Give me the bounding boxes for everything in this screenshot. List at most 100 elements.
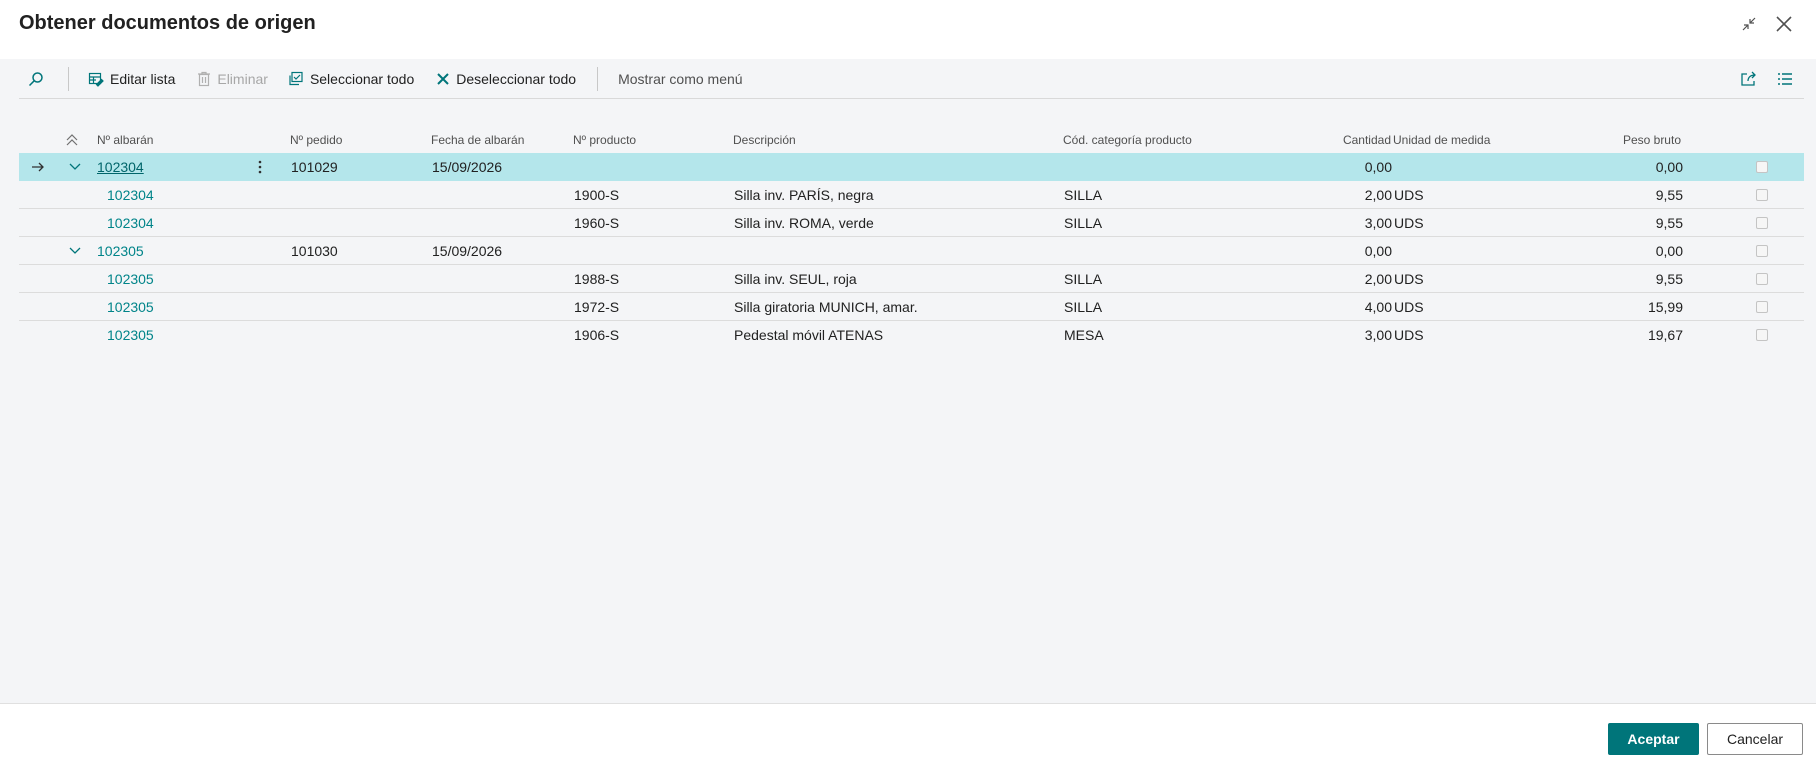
action-toolbar: Editar lista Eliminar Seleccionar todo D… — [19, 59, 1804, 99]
col-category[interactable]: Cód. categoría producto — [1063, 133, 1192, 147]
row-checkbox[interactable] — [1756, 217, 1768, 229]
table-row[interactable]: 102304 1960-S Silla inv. ROMA, verde SIL… — [19, 209, 1804, 237]
category[interactable]: SILLA — [1064, 187, 1102, 203]
dialog-footer: Aceptar Cancelar — [0, 703, 1816, 773]
quantity[interactable]: 3,00 — [1299, 327, 1392, 343]
uom[interactable]: UDS — [1394, 299, 1424, 315]
quantity[interactable]: 3,00 — [1299, 215, 1392, 231]
deselect-all-button[interactable]: Deseleccionar todo — [436, 59, 576, 99]
page-title: Obtener documentos de origen — [19, 12, 316, 34]
chevron-down-icon[interactable] — [69, 244, 81, 256]
table-row[interactable]: 102305 1988-S Silla inv. SEUL, roja SILL… — [19, 265, 1804, 293]
gross-weight[interactable]: 9,55 — [1599, 271, 1683, 287]
row-checkbox[interactable] — [1756, 189, 1768, 201]
item-no[interactable]: 1972-S — [574, 299, 619, 315]
description[interactable]: Silla inv. PARÍS, negra — [734, 187, 874, 203]
col-quantity[interactable]: Cantidad — [1299, 133, 1391, 147]
description[interactable]: Pedestal móvil ATENAS — [734, 327, 883, 343]
collapse-all-icon[interactable] — [66, 134, 78, 146]
show-as-menu-button[interactable]: Mostrar como menú — [618, 59, 742, 99]
table-row[interactable]: 102305 101030 15/09/2026 0,00 0,00 — [19, 237, 1804, 265]
category[interactable]: SILLA — [1064, 271, 1102, 287]
quantity[interactable]: 2,00 — [1299, 271, 1392, 287]
table-row[interactable]: 102305 1972-S Silla giratoria MUNICH, am… — [19, 293, 1804, 321]
uom[interactable]: UDS — [1394, 271, 1424, 287]
category[interactable]: MESA — [1064, 327, 1104, 343]
list-view-icon[interactable] — [1773, 67, 1797, 91]
cancel-button[interactable]: Cancelar — [1707, 723, 1803, 755]
shipment-no-link[interactable]: 102305 — [97, 243, 144, 259]
edit-list-button[interactable]: Editar lista — [88, 59, 175, 99]
gross-weight[interactable]: 0,00 — [1599, 243, 1683, 259]
uom[interactable]: UDS — [1394, 215, 1424, 231]
close-icon[interactable] — [1772, 12, 1796, 36]
select-all-label: Seleccionar todo — [309, 70, 415, 87]
select-all-button[interactable]: Seleccionar todo — [288, 59, 414, 99]
item-no[interactable]: 1960-S — [574, 215, 619, 231]
more-options-icon[interactable] — [258, 160, 262, 174]
content-area: Editar lista Eliminar Seleccionar todo D… — [0, 59, 1816, 703]
gross-weight[interactable]: 9,55 — [1599, 187, 1683, 203]
gross-weight[interactable]: 19,67 — [1599, 327, 1683, 343]
col-order-no[interactable]: Nº pedido — [290, 133, 342, 147]
delete-button: Eliminar — [197, 59, 268, 99]
order-no[interactable]: 101030 — [291, 243, 338, 259]
item-no[interactable]: 1906-S — [574, 327, 619, 343]
gross-weight[interactable]: 15,99 — [1599, 299, 1683, 315]
row-checkbox[interactable] — [1756, 301, 1768, 313]
shipment-no-link[interactable]: 102305 — [107, 299, 154, 315]
shipment-no-link[interactable]: 102305 — [107, 327, 154, 343]
select-all-icon — [289, 71, 303, 85]
category[interactable]: SILLA — [1064, 299, 1102, 315]
edit-list-label: Editar lista — [110, 70, 176, 87]
quantity[interactable]: 0,00 — [1299, 243, 1392, 259]
row-checkbox[interactable] — [1756, 329, 1768, 341]
uom[interactable]: UDS — [1394, 327, 1424, 343]
row-checkbox[interactable] — [1756, 161, 1768, 173]
shipment-date[interactable]: 15/09/2026 — [432, 159, 502, 175]
row-checkbox[interactable] — [1756, 245, 1768, 257]
quantity[interactable]: 2,00 — [1299, 187, 1392, 203]
deselect-all-label: Deseleccionar todo — [456, 70, 577, 87]
category[interactable]: SILLA — [1064, 215, 1102, 231]
shipment-date[interactable]: 15/09/2026 — [432, 243, 502, 259]
grid-header: Nº albarán Nº pedido Fecha de albarán Nº… — [19, 125, 1804, 153]
edit-list-icon — [88, 72, 104, 87]
table-row[interactable]: 102304 101029 15/09/2026 0,00 0,00 — [19, 153, 1804, 181]
search-icon — [28, 71, 43, 86]
col-gross-weight[interactable]: Peso bruto — [1599, 133, 1681, 147]
toolbar-divider — [597, 66, 599, 91]
trash-icon — [198, 71, 211, 86]
collapse-icon[interactable] — [1737, 12, 1761, 36]
col-shipment-no[interactable]: Nº albarán — [97, 133, 153, 147]
row-checkbox[interactable] — [1756, 273, 1768, 285]
uom[interactable]: UDS — [1394, 187, 1424, 203]
chevron-down-icon[interactable] — [69, 160, 81, 172]
col-uom[interactable]: Unidad de medida — [1393, 133, 1490, 147]
item-no[interactable]: 1900-S — [574, 187, 619, 203]
col-item-no[interactable]: Nº producto — [573, 133, 636, 147]
col-description[interactable]: Descripción — [733, 133, 796, 147]
shipment-no-link[interactable]: 102304 — [97, 159, 144, 175]
order-no[interactable]: 101029 — [291, 159, 338, 175]
table-row[interactable]: 102304 1900-S Silla inv. PARÍS, negra SI… — [19, 181, 1804, 209]
quantity[interactable]: 4,00 — [1299, 299, 1392, 315]
data-grid: Nº albarán Nº pedido Fecha de albarán Nº… — [19, 125, 1804, 349]
share-icon[interactable] — [1737, 67, 1761, 91]
description[interactable]: Silla giratoria MUNICH, amar. — [734, 299, 918, 315]
ok-button[interactable]: Aceptar — [1608, 723, 1699, 755]
gross-weight[interactable]: 0,00 — [1599, 159, 1683, 175]
shipment-no-link[interactable]: 102304 — [107, 215, 154, 231]
search-button[interactable] — [28, 59, 56, 99]
description[interactable]: Silla inv. ROMA, verde — [734, 215, 874, 231]
shipment-no-link[interactable]: 102305 — [107, 271, 154, 287]
gross-weight[interactable]: 9,55 — [1599, 215, 1683, 231]
x-icon — [437, 72, 449, 85]
description[interactable]: Silla inv. SEUL, roja — [734, 271, 857, 287]
arrow-right-icon — [32, 162, 44, 172]
table-row[interactable]: 102305 1906-S Pedestal móvil ATENAS MESA… — [19, 321, 1804, 349]
shipment-no-link[interactable]: 102304 — [107, 187, 154, 203]
col-shipment-date[interactable]: Fecha de albarán — [431, 133, 524, 147]
item-no[interactable]: 1988-S — [574, 271, 619, 287]
quantity[interactable]: 0,00 — [1299, 159, 1392, 175]
